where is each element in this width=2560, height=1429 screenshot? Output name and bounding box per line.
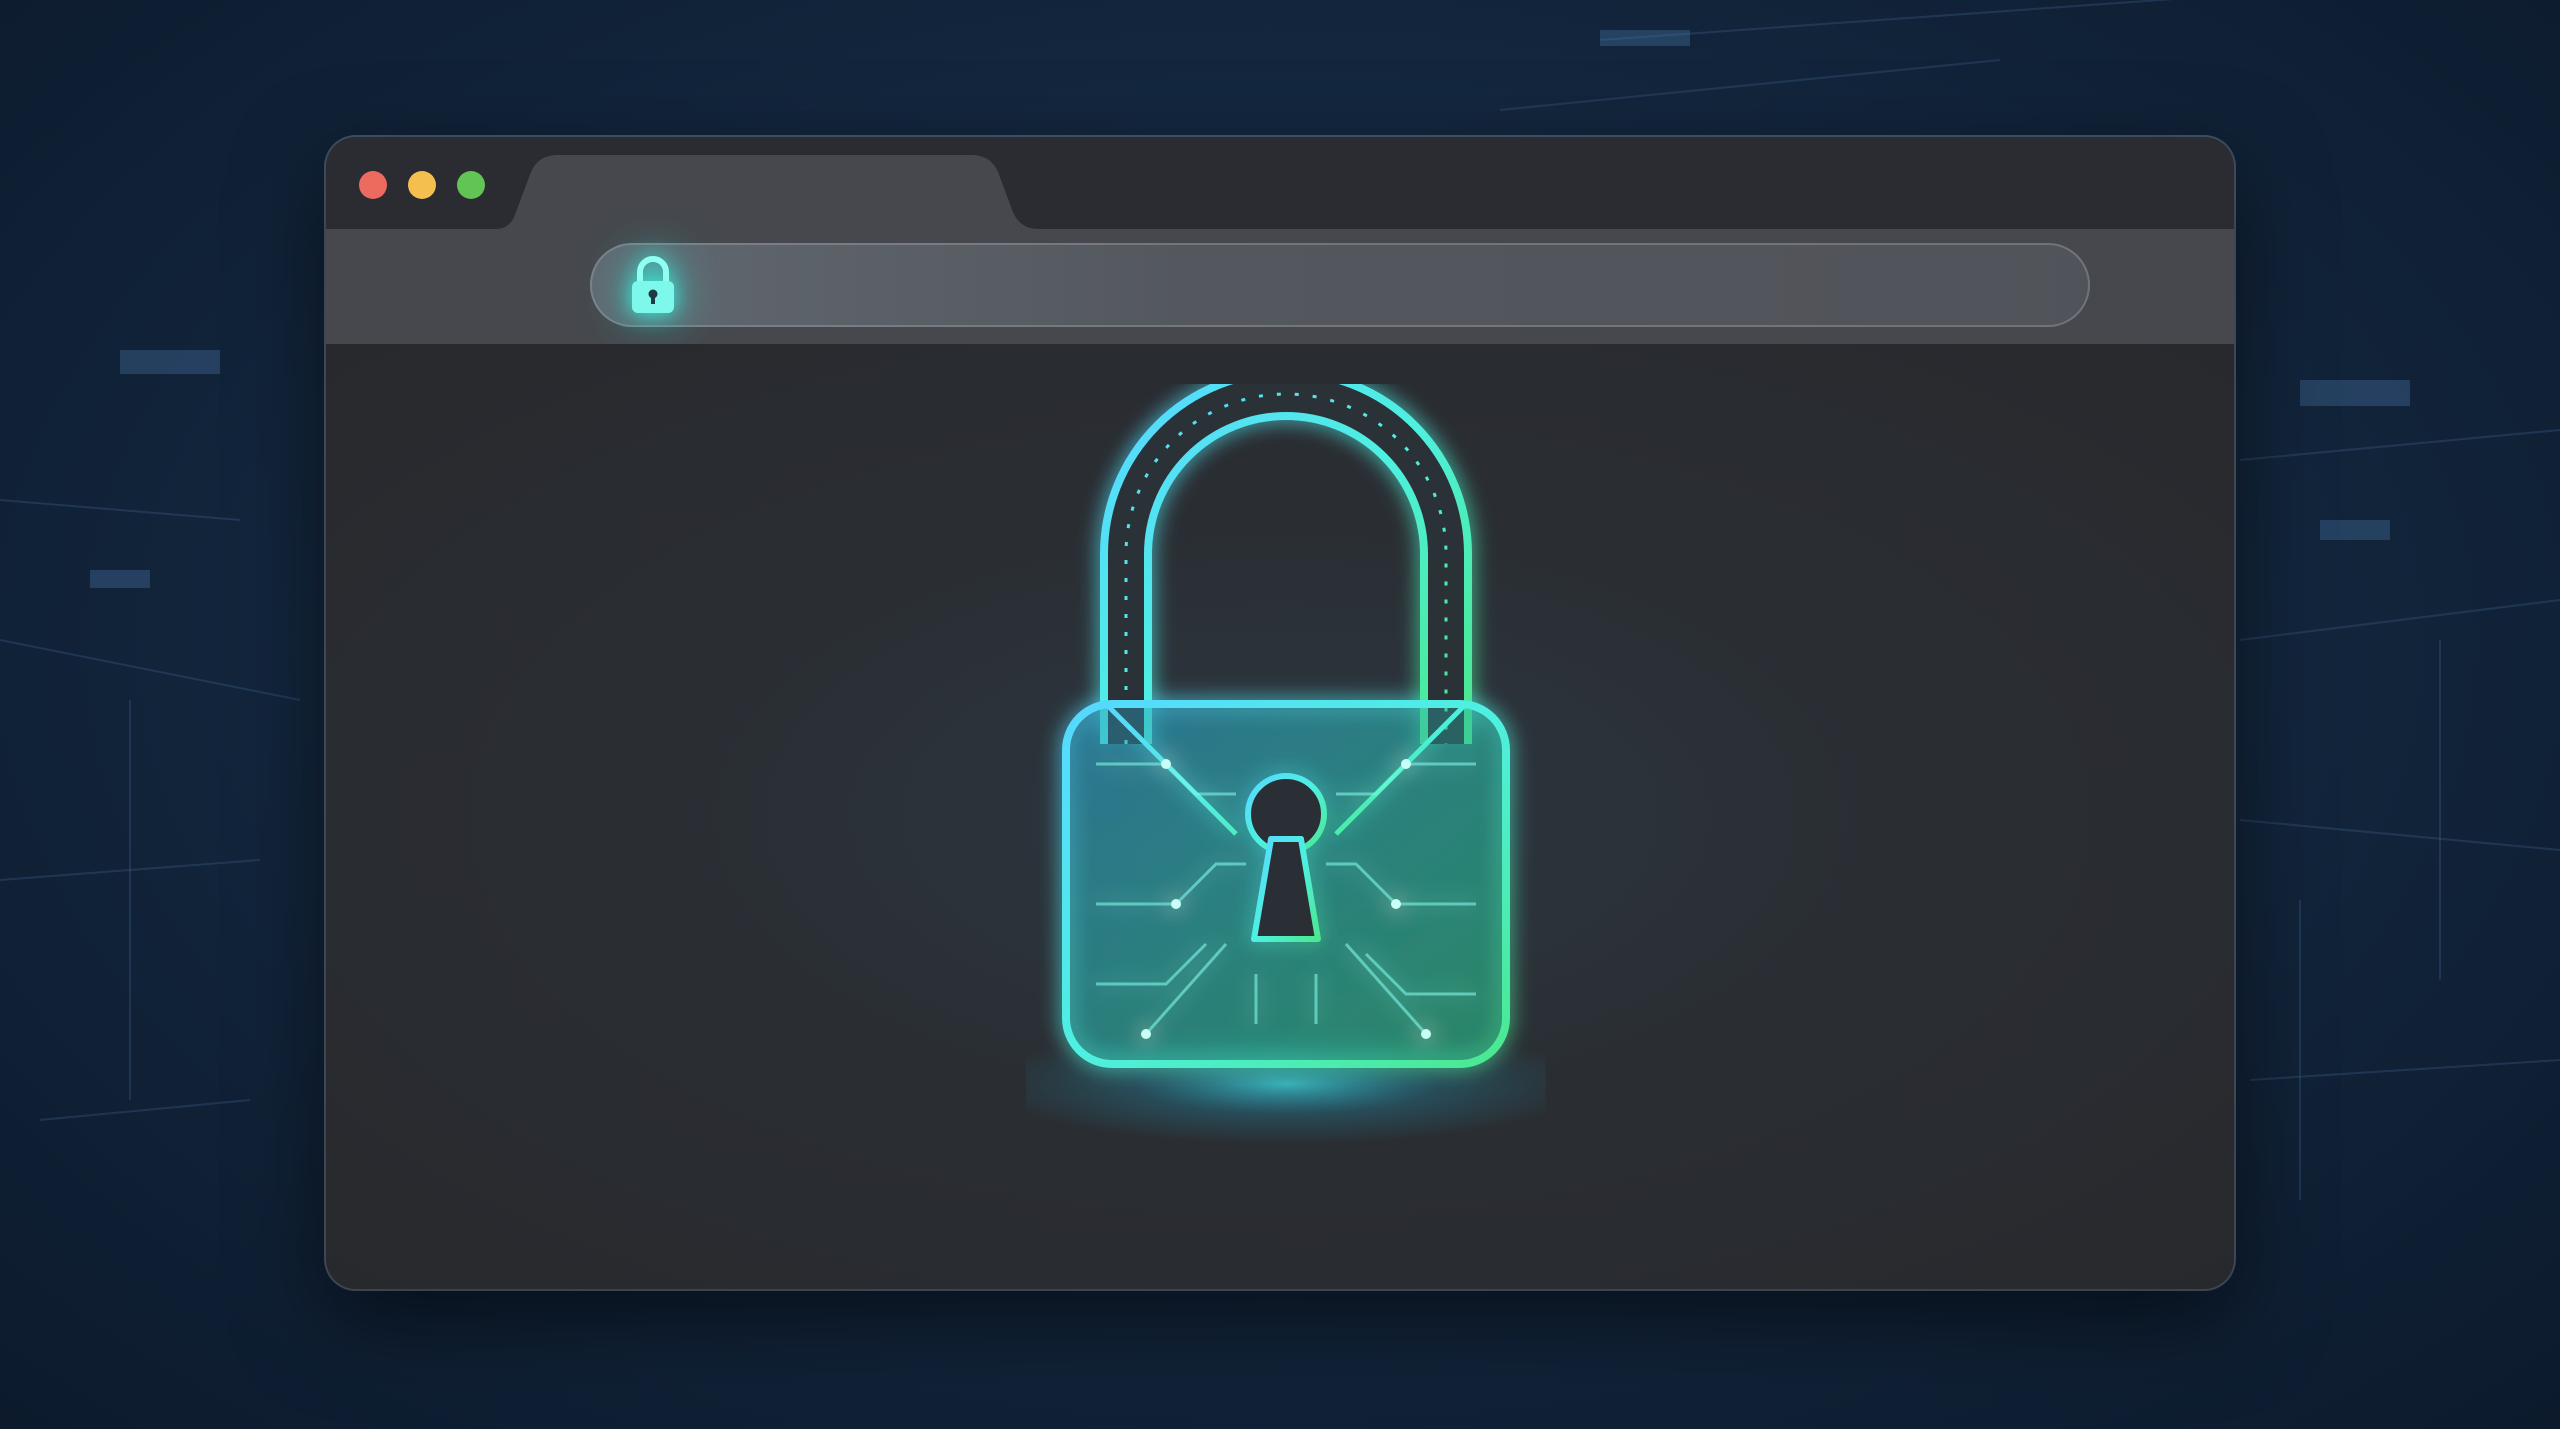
padlock-circuit-icon: [1026, 384, 1546, 1144]
maximize-button[interactable]: [457, 171, 485, 199]
browser-window: [326, 137, 2234, 1289]
minimize-button[interactable]: [408, 171, 436, 199]
page-content: [326, 344, 2234, 1289]
close-button[interactable]: [359, 171, 387, 199]
lock-icon[interactable]: [626, 255, 680, 315]
desktop-background: { "window": { "traffic_lights": ["close"…: [0, 0, 2560, 1429]
address-bar[interactable]: [590, 243, 2090, 327]
